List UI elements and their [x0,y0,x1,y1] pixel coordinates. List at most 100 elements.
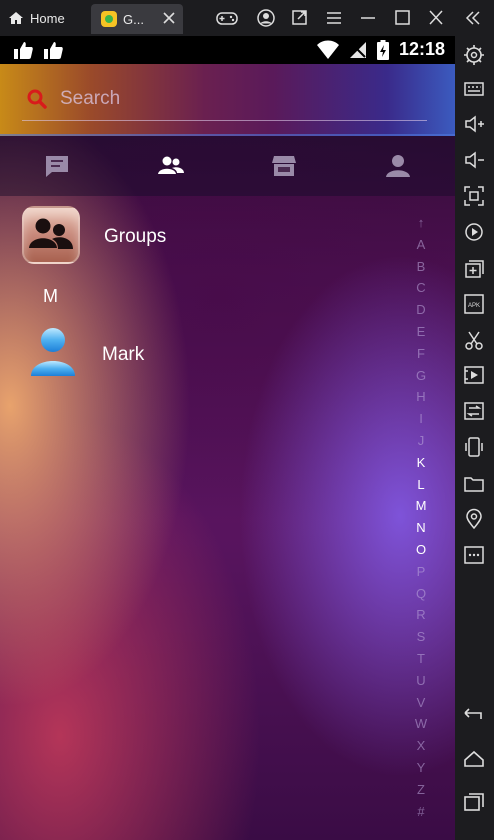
alphabet-index-letter[interactable]: D [410,299,432,321]
gear-icon [464,45,484,65]
alphabet-index-letter[interactable]: W [410,713,432,735]
alphabet-index-letter[interactable]: R [410,604,432,626]
section-header-letter: M [43,286,58,306]
alphabet-index-letter[interactable]: Q [410,583,432,605]
alphabet-index-letter[interactable]: E [410,321,432,343]
search-underline [22,120,427,121]
alphabet-index-letter[interactable]: F [410,343,432,365]
alphabet-index-letter[interactable]: # [410,801,432,823]
groups-avatar [22,206,80,264]
alphabet-index-letter[interactable]: X [410,735,432,757]
alphabet-index-letter[interactable]: A [410,234,432,256]
location-button[interactable] [463,508,485,530]
wifi-icon [316,40,339,59]
home-nav-icon [464,750,484,767]
back-button[interactable] [463,704,485,726]
alphabet-index-letter[interactable]: T [410,648,432,670]
account-icon[interactable] [255,8,277,28]
search-input[interactable] [60,84,420,114]
alphabet-index-letter[interactable]: ↑ [410,212,432,234]
search-header [0,64,455,136]
gamepad-icon[interactable] [216,8,238,28]
folder-icon [464,477,484,492]
android-screen: 12:18 Groups M [0,36,455,840]
alphabet-index-letter[interactable]: Y [410,757,432,779]
fullscreen-icon [464,186,484,206]
alphabet-index-letter[interactable]: P [410,561,432,583]
install-apk-button[interactable]: APK [463,293,485,315]
alphabet-index-letter[interactable]: M [410,495,432,517]
alphabet-index-letter[interactable]: U [410,670,432,692]
tab-chats[interactable] [0,136,114,196]
external-link-icon[interactable] [289,8,311,28]
person-avatar-icon [31,328,75,376]
alphabet-index-letter[interactable]: L [410,474,432,496]
volume-up-icon [465,115,484,133]
alphabet-index-letter[interactable]: I [410,408,432,430]
home-button[interactable] [463,748,485,770]
alphabet-index-letter[interactable]: N [410,517,432,539]
back-icon [464,708,482,719]
contacts-icon [157,156,184,174]
tab-contacts[interactable] [114,136,228,196]
home-tab-label: Home [30,10,65,26]
rotate-button[interactable] [463,221,485,243]
alphabet-index-letter[interactable]: C [410,277,432,299]
tab-store[interactable] [228,136,342,196]
thumbs-up-icon [14,42,33,59]
alphabet-index[interactable]: ↑ A B C D E F G H I J K L M N O P Q R S T U V W X Y Z # [410,212,432,822]
group-people-icon [29,218,73,249]
app-tab-label: G... [123,11,144,27]
list-item-contact[interactable]: Mark [0,326,400,386]
alphabet-index-letter[interactable]: V [410,692,432,714]
record-button[interactable] [463,364,485,386]
maximize-icon[interactable] [391,8,413,28]
alphabet-index-letter[interactable]: G [410,365,432,387]
app-tab[interactable]: G... [91,4,183,34]
store-icon [272,156,297,176]
menu-icon[interactable] [323,8,345,28]
alphabet-index-letter[interactable]: J [410,430,432,452]
folder-button[interactable] [463,473,485,495]
status-time: 12:18 [398,39,445,59]
profile-icon [386,155,411,177]
chat-icon [45,156,68,177]
volume-down-icon [465,151,484,169]
video-icon [464,366,484,384]
status-bar: 12:18 [0,36,455,64]
home-tab[interactable]: Home [8,6,65,30]
keyboard-button[interactable] [463,78,485,100]
svg-text:APK: APK [468,303,480,309]
shake-button[interactable] [463,436,485,458]
volume-up-button[interactable] [463,113,485,135]
close-window-icon[interactable] [425,8,447,28]
collapse-sidebar-icon[interactable] [462,8,484,28]
volume-down-button[interactable] [463,149,485,171]
sync-button[interactable] [463,400,485,422]
recent-apps-icon [464,793,484,811]
alphabet-index-letter[interactable]: O [410,539,432,561]
thumbs-up-icon [44,42,63,59]
screenshot-button[interactable] [463,185,485,207]
emulator-title-bar: Home G... [0,0,494,36]
list-item-groups[interactable]: Groups [0,204,400,264]
emulator-side-toolbar: APK [455,36,494,840]
settings-button[interactable] [463,44,485,66]
recent-apps-button[interactable] [463,791,485,813]
alphabet-index-letter[interactable]: H [410,386,432,408]
minimize-icon[interactable] [357,8,379,28]
multi-instance-button[interactable] [463,258,485,280]
alphabet-index-letter[interactable]: K [410,452,432,474]
home-icon [9,12,23,24]
tab-profile[interactable] [341,136,455,196]
search-icon [27,89,47,109]
groups-label: Groups [104,226,167,247]
alphabet-index-letter[interactable]: S [410,626,432,648]
alphabet-index-letter[interactable]: Z [410,779,432,801]
vibrate-icon [465,437,483,457]
more-button[interactable] [463,544,485,566]
close-tab-icon[interactable] [163,12,175,24]
alphabet-index-letter[interactable]: B [410,256,432,278]
battery-charging-icon [376,39,389,60]
cut-button[interactable] [463,329,485,351]
